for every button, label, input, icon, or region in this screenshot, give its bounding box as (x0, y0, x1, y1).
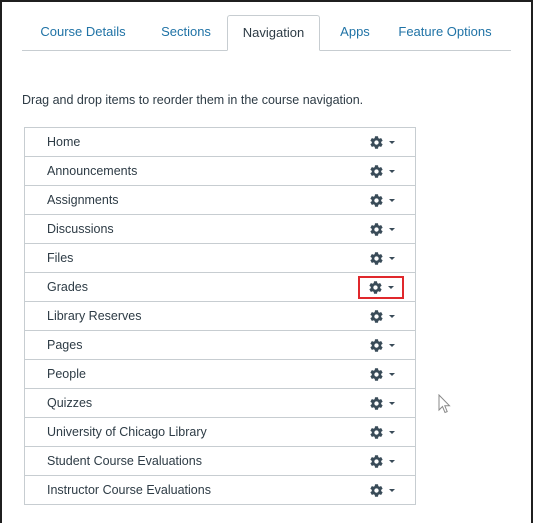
caret-down-icon (389, 256, 395, 260)
caret-down-icon (389, 169, 395, 173)
gear-icon (369, 425, 384, 440)
settings-tabs: Course Details Sections Navigation Apps … (22, 15, 511, 51)
nav-item-instructor-course-evaluations[interactable]: Instructor Course Evaluations (25, 476, 415, 505)
item-settings-button[interactable] (361, 335, 403, 355)
gear-icon (369, 193, 384, 208)
nav-item-label: Quizzes (47, 396, 93, 410)
nav-item-university-of-chicago-library[interactable]: University of Chicago Library (25, 418, 415, 447)
gear-icon (369, 135, 384, 150)
gear-icon (369, 251, 384, 266)
mouse-cursor-icon (438, 394, 451, 414)
nav-item-label: Pages (47, 338, 83, 352)
caret-down-icon (389, 343, 395, 347)
nav-item-home[interactable]: Home (25, 128, 415, 157)
nav-item-announcements[interactable]: Announcements (25, 157, 415, 186)
caret-down-icon (389, 372, 395, 376)
nav-item-files[interactable]: Files (25, 244, 415, 273)
gear-icon (369, 222, 384, 237)
nav-item-label: Announcements (47, 164, 138, 178)
item-settings-button[interactable] (361, 248, 403, 268)
nav-item-discussions[interactable]: Discussions (25, 215, 415, 244)
caret-down-icon (389, 488, 395, 492)
item-settings-button[interactable] (361, 190, 403, 210)
settings-panel: Course Details Sections Navigation Apps … (0, 0, 533, 523)
tab-feature-options[interactable]: Feature Options (386, 15, 504, 50)
gear-icon (369, 396, 384, 411)
tab-sections[interactable]: Sections (146, 15, 226, 50)
nav-item-label: Student Course Evaluations (47, 454, 202, 468)
gear-icon (369, 164, 384, 179)
nav-item-label: Instructor Course Evaluations (47, 483, 211, 497)
reorder-instructions: Drag and drop items to reorder them in t… (22, 93, 364, 107)
nav-item-assignments[interactable]: Assignments (25, 186, 415, 215)
caret-down-icon (389, 401, 395, 405)
gear-icon (369, 454, 384, 469)
tab-course-details[interactable]: Course Details (28, 15, 138, 50)
nav-item-people[interactable]: People (25, 360, 415, 389)
caret-down-icon (389, 430, 395, 434)
nav-item-label: Discussions (47, 222, 114, 236)
item-settings-button[interactable] (361, 306, 403, 326)
nav-item-grades[interactable]: Grades (25, 273, 415, 302)
item-settings-button[interactable] (361, 161, 403, 181)
gear-icon (369, 367, 384, 382)
nav-item-student-course-evaluations[interactable]: Student Course Evaluations (25, 447, 415, 476)
item-settings-button[interactable] (361, 132, 403, 152)
tab-apps[interactable]: Apps (327, 15, 383, 50)
caret-down-icon (388, 286, 394, 289)
caret-down-icon (389, 140, 395, 144)
gear-icon (369, 483, 384, 498)
nav-item-label: Grades (47, 280, 88, 294)
caret-down-icon (389, 459, 395, 463)
nav-item-label: People (47, 367, 86, 381)
item-settings-button[interactable] (361, 480, 403, 500)
gear-icon (368, 280, 383, 295)
course-navigation-list: Home Announcements Assignments Discussio… (24, 127, 416, 505)
nav-item-label: University of Chicago Library (47, 425, 207, 439)
nav-item-label: Files (47, 251, 74, 265)
caret-down-icon (389, 198, 395, 202)
nav-item-quizzes[interactable]: Quizzes (25, 389, 415, 418)
nav-item-label: Library Reserves (47, 309, 142, 323)
nav-item-label: Home (47, 135, 81, 149)
caret-down-icon (389, 314, 395, 318)
nav-item-label: Assignments (47, 193, 119, 207)
caret-down-icon (389, 227, 395, 231)
gear-icon (369, 338, 384, 353)
item-settings-button-highlighted[interactable] (358, 276, 404, 299)
item-settings-button[interactable] (361, 422, 403, 442)
item-settings-button[interactable] (361, 393, 403, 413)
nav-item-library-reserves[interactable]: Library Reserves (25, 302, 415, 331)
tab-navigation[interactable]: Navigation (227, 15, 320, 51)
gear-icon (369, 309, 384, 324)
item-settings-button[interactable] (361, 451, 403, 471)
item-settings-button[interactable] (361, 219, 403, 239)
item-settings-button[interactable] (361, 364, 403, 384)
nav-item-pages[interactable]: Pages (25, 331, 415, 360)
